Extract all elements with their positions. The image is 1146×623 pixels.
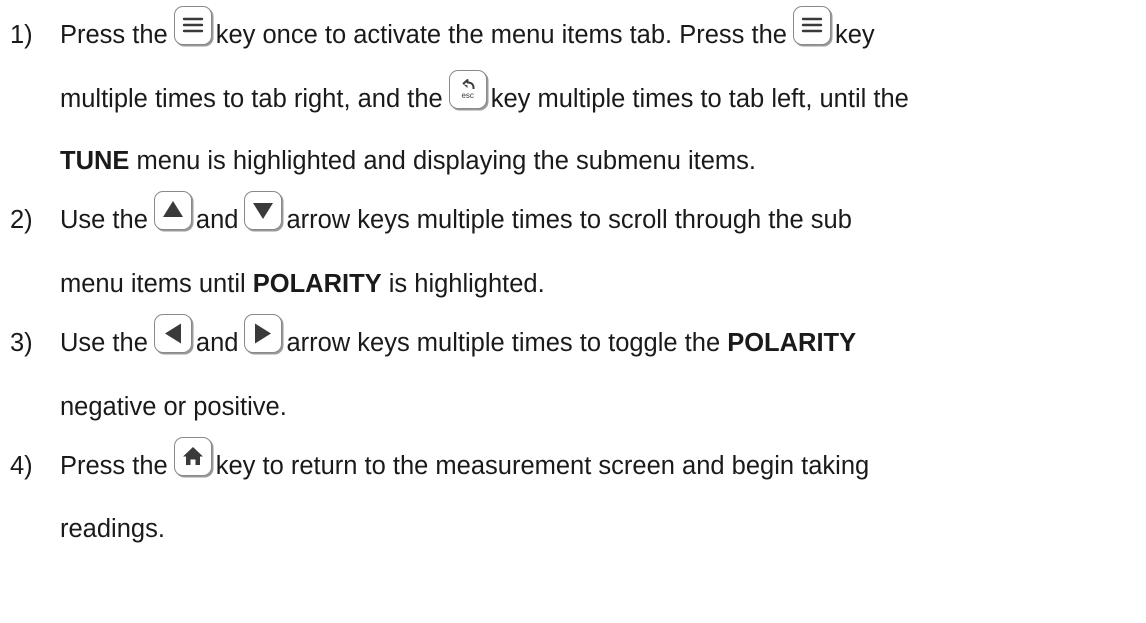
step-3-line-2: negative or positive. [60,392,287,422]
setting-name: POLARITY [252,270,382,298]
step-text: multiple times to tab right, and the [60,85,443,113]
step-3-line-1: 3) Use the and arrow keys multiple times… [0,314,857,358]
step-text: Press the [60,21,168,49]
step-2-line-1: 2) Use the and arrow keys multiple times… [0,191,852,235]
step-text: and [195,329,239,357]
step-1-line-2: multiple times to tab right, and the esc… [60,70,909,114]
step-text: key multiple times to tab left, until th… [490,85,909,113]
step-text: menu is highlighted and displaying the s… [129,147,756,175]
step-number: 1) [10,21,33,49]
home-key-icon [173,437,212,476]
step-1-line-3: TUNE menu is highlighted and displaying … [60,146,756,176]
down-arrow-icon [244,191,283,230]
step-text: negative or positive. [60,393,287,421]
left-arrow-icon [153,314,192,353]
step-text: key once to activate the menu items tab.… [215,21,787,49]
up-arrow-icon [153,191,192,230]
right-arrow-icon [244,314,283,353]
step-number: 3) [10,329,33,357]
menu-key-icon [173,6,212,45]
esc-key-label: esc [461,91,474,100]
setting-name: POLARITY [727,329,857,357]
step-number: 2) [10,206,33,234]
menu-name: TUNE [60,147,130,175]
step-text: is highlighted. [381,270,545,298]
step-text: key to return to the measurement screen … [215,452,870,480]
step-text: arrow keys multiple times to toggle the [286,329,728,357]
step-2-line-2: menu items until POLARITY is highlighted… [60,269,545,299]
step-text: arrow keys multiple times to scroll thro… [286,206,852,234]
step-text: Use the [60,329,148,357]
step-text: Press the [60,452,168,480]
step-text: menu items until [60,270,253,298]
esc-key-icon: esc [448,70,487,109]
menu-key-icon [792,6,831,45]
step-4-line-1: 4) Press the key to return to the measur… [0,437,870,481]
step-text: Use the [60,206,148,234]
step-text: and [195,206,239,234]
step-text: readings. [60,515,165,543]
step-number: 4) [10,452,33,480]
step-text: key [834,21,875,49]
step-1-line-1: 1) Press the key once to activate the me… [0,6,875,50]
step-4-line-2: readings. [60,514,165,544]
